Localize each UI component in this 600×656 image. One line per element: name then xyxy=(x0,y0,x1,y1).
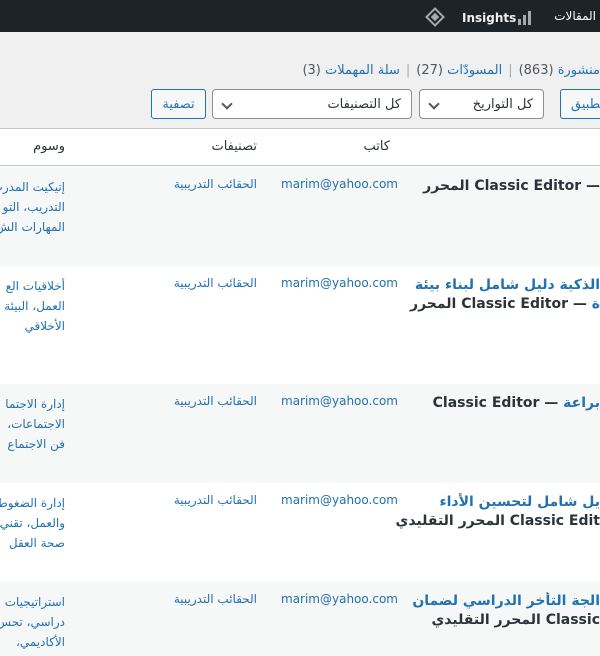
post-title-line: الجة التأخر الدراسي لضمان xyxy=(412,593,600,609)
dates-filter-value: كل التواريخ xyxy=(472,96,533,112)
view-drafts[interactable]: المسودّات (27) xyxy=(416,63,502,78)
post-category-link[interactable]: الحقائب التدريبية xyxy=(174,592,257,606)
post-author-link[interactable]: marim@yahoo.com xyxy=(281,177,398,191)
table-row: الجة التأخر الدراسي لضمان Classic المحرر… xyxy=(0,582,600,656)
post-tags[interactable]: أخلاقيات الع العمل، البيئة الأخلاقي xyxy=(0,276,65,336)
post-title-line: يل شامل لتحسين الأداء xyxy=(439,494,600,510)
post-tags[interactable]: إدارة الضغوط والعمل، تقني صحة العقل xyxy=(0,493,65,553)
post-author-link[interactable]: marim@yahoo.com xyxy=(281,592,398,606)
post-title-line: Classic المحرر التقليدي xyxy=(431,612,600,628)
post-title[interactable]: الذكية دليل شامل لبناء بيئة ة — Classic … xyxy=(385,276,600,314)
post-title[interactable]: يل شامل لتحسين الأداء Classic Edit المحر… xyxy=(385,493,600,531)
post-status-views: منشورة (863) | المسودّات (27) | سلة المهملات… xyxy=(302,63,600,83)
admin-bar-posts-label: المقالات xyxy=(554,9,596,23)
post-tags[interactable]: إدارة الاجتما الاجتماعات، فن الاجتماع xyxy=(0,394,65,454)
categories-filter-select[interactable]: كل التصنيفات xyxy=(212,89,412,119)
post-category-link[interactable]: الحقائب التدريبية xyxy=(174,177,257,191)
post-title-line: براعة — Classic Editor xyxy=(432,395,600,411)
post-title[interactable]: الجة التأخر الدراسي لضمان Classic المحرر… xyxy=(385,592,600,630)
table-row: — Classic Editor المحرر marim@yahoo.com … xyxy=(0,167,600,266)
post-title-line: الذكية دليل شامل لبناء بيئة xyxy=(414,277,600,293)
table-header: كاتب تصنيفات وسوم xyxy=(0,129,600,166)
column-tags-header: وسوم xyxy=(33,139,65,154)
post-author-link[interactable]: marim@yahoo.com xyxy=(281,276,398,290)
post-category-link[interactable]: الحقائب التدريبية xyxy=(174,394,257,408)
apply-bulk-action-button[interactable]: تطبيق xyxy=(560,89,600,119)
column-categories-header: تصنيفات xyxy=(211,139,257,154)
views-separator: | xyxy=(508,63,513,78)
admin-bar-posts[interactable]: المقالات xyxy=(554,0,600,32)
chevron-down-icon xyxy=(428,98,440,110)
post-category-link[interactable]: الحقائب التدريبية xyxy=(174,493,257,507)
dates-filter-select[interactable]: كل التواريخ xyxy=(419,89,544,119)
insights-menu-item[interactable]: Insights xyxy=(462,0,516,32)
admin-bar: المقالات Insights xyxy=(0,0,600,32)
diamond-logo-icon[interactable] xyxy=(425,7,445,27)
post-title[interactable]: براعة — Classic Editor xyxy=(385,394,600,413)
filter-button[interactable]: تصفية xyxy=(151,89,206,119)
post-category-link[interactable]: الحقائب التدريبية xyxy=(174,276,257,290)
post-tags[interactable]: استراتيجيات دراسي، تحس الأكاديمي، xyxy=(0,592,65,652)
table-row: يل شامل لتحسين الأداء Classic Edit المحر… xyxy=(0,483,600,582)
post-title-line: Classic Edit المحرر التقليدي xyxy=(395,513,600,529)
chevron-down-icon xyxy=(221,98,233,110)
table-row: الذكية دليل شامل لبناء بيئة ة — Classic … xyxy=(0,266,600,384)
view-trash[interactable]: سلة المهملات (3) xyxy=(302,63,399,78)
stats-bars-icon[interactable] xyxy=(518,9,534,25)
categories-filter-value: كل التصنيفات xyxy=(327,96,401,112)
post-title-line: — Classic Editor المحرر xyxy=(423,178,600,194)
column-author-header[interactable]: كاتب xyxy=(363,139,390,154)
post-author-link[interactable]: marim@yahoo.com xyxy=(281,493,398,507)
post-title[interactable]: — Classic Editor المحرر xyxy=(385,177,600,196)
post-author-link[interactable]: marim@yahoo.com xyxy=(281,394,398,408)
table-row: براعة — Classic Editor marim@yahoo.com ا… xyxy=(0,384,600,483)
view-published[interactable]: منشورة (863) xyxy=(519,63,600,78)
posts-table: كاتب تصنيفات وسوم — Classic Editor المحر… xyxy=(0,128,600,656)
post-title-line: ة — Classic Editor المحرر xyxy=(410,296,600,312)
views-separator: | xyxy=(405,63,411,78)
post-tags[interactable]: إتيكيت المدرب،التدريب، التوالمهارات الش xyxy=(0,177,65,237)
